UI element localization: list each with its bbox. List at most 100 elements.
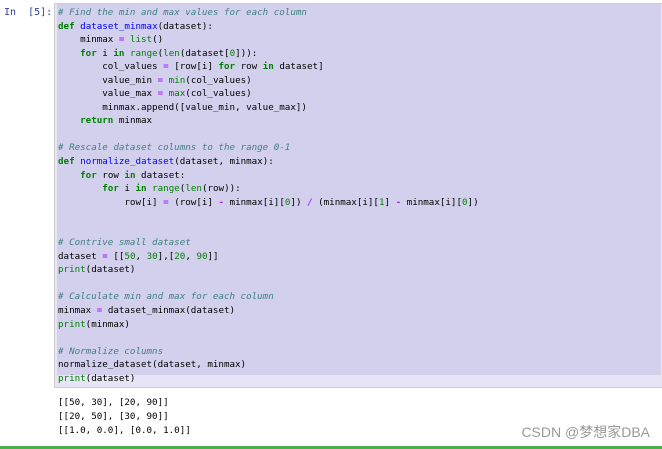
code-line: dataset = [[50, 30],[20, 90]]	[58, 250, 479, 264]
watermark: CSDN @梦想家DBA	[521, 424, 650, 440]
code-token: (dataset[	[179, 47, 230, 59]
code-token: minmax	[113, 115, 153, 127]
output-line: [[1.0, 0.0], [0.0, 1.0]]	[58, 425, 191, 436]
code-token: i	[96, 47, 114, 59]
code-token: print	[58, 264, 86, 276]
code-token: (row[i]	[168, 196, 219, 208]
notebook-page: In [5]: # Find the min and max values fo…	[0, 0, 662, 449]
code-token: list	[129, 34, 153, 46]
code-line: value_max = max(col_values)	[58, 87, 479, 101]
code-token: (col_values)	[185, 88, 252, 100]
code-token: # Find the min and max values for each c…	[58, 7, 307, 18]
code-token: for	[218, 61, 236, 73]
code-token: col_values	[58, 61, 164, 73]
code-token: in	[113, 47, 125, 59]
cell-output: [[50, 30], [20, 90]] [[20, 50], [30, 90]]…	[58, 396, 191, 438]
code-token: dataset_minmax	[80, 20, 158, 32]
code-token: in	[135, 183, 147, 195]
code-token: (minmax[i][	[312, 196, 379, 208]
code-token: ()	[152, 34, 164, 46]
code-token: ,	[135, 250, 147, 262]
code-token: for	[102, 183, 119, 195]
code-line: print(dataset)	[58, 372, 479, 386]
code-token: for	[80, 169, 97, 181]
code-token: value_min	[58, 74, 158, 86]
code-token: dataset_minmax(dataset)	[102, 305, 236, 317]
code-token: minmax[i][	[224, 196, 285, 208]
code-token: 90	[196, 250, 208, 262]
code-token: (minmax)	[85, 318, 130, 330]
code-token: 30	[146, 250, 158, 262]
code-token: minmax[i][	[401, 196, 462, 208]
code-token: min	[168, 74, 186, 86]
code-line: row[i] = (row[i] - minmax[i][0]) / (minm…	[58, 196, 479, 210]
code-token: ]	[384, 196, 396, 208]
output-line: [[50, 30], [20, 90]]	[58, 397, 169, 408]
code-line: def normalize_dataset(dataset, minmax):	[58, 155, 479, 169]
code-token: def	[58, 20, 75, 32]
code-token: dataset:	[135, 169, 186, 181]
code-token: 20	[174, 250, 186, 262]
code-token: minmax	[58, 305, 97, 317]
code-line: # Normalize columns	[58, 345, 479, 359]
code-cell-editor[interactable]: # Find the min and max values for each c…	[54, 3, 662, 388]
code-token: def	[58, 156, 75, 168]
code-line: # Contrive small dataset	[58, 236, 479, 250]
code-line: def dataset_minmax(dataset):	[58, 20, 479, 34]
code-token: normalize_dataset	[80, 156, 175, 168]
code-token: len	[185, 183, 202, 195]
code-token: ,	[185, 250, 197, 262]
code-token: minmax.append([value_min, value_max])	[58, 101, 307, 113]
code-token: dataset	[58, 250, 103, 262]
code-line: for i in range(len(row)):	[58, 182, 479, 196]
code-line: minmax = dataset_minmax(dataset)	[58, 304, 479, 318]
code-token: max	[168, 88, 186, 100]
code-line: print(dataset)	[58, 263, 479, 277]
code-token: ])	[290, 196, 308, 208]
code-token: value_max	[58, 88, 158, 100]
output-line: [[20, 50], [30, 90]]	[58, 411, 169, 422]
code-line: value_min = min(col_values)	[58, 74, 479, 88]
code-token: [row[i]	[168, 61, 219, 73]
input-prompt: In [5]:	[4, 7, 53, 18]
code-token: row[i]	[58, 196, 164, 208]
code-token: range	[152, 183, 180, 195]
code-token: for	[80, 47, 97, 59]
code-token: (dataset):	[157, 20, 213, 32]
code-token: return	[80, 115, 114, 127]
code-token: (dataset)	[85, 264, 136, 276]
code-token: range	[129, 47, 158, 59]
code-line: # Calculate min and max for each column	[58, 290, 479, 304]
code-token: print	[58, 318, 86, 330]
code-token: print	[58, 372, 86, 384]
code-line: normalize_dataset(dataset, minmax)	[58, 358, 479, 372]
code-token: (dataset, minmax):	[174, 156, 274, 168]
code-token: ]]	[207, 250, 219, 262]
code-line: for i in range(len(dataset[0])):	[58, 47, 479, 61]
code-token: len	[163, 47, 180, 59]
code-line: col_values = [row[i] for row in dataset]	[58, 60, 479, 74]
code-token: in	[262, 61, 274, 73]
code-token: (row)):	[201, 183, 241, 195]
code-line: # Find the min and max values for each c…	[58, 6, 479, 20]
code-token: ])):	[235, 47, 258, 59]
code-token: dataset]	[273, 61, 324, 73]
code-line: minmax = list()	[58, 33, 479, 47]
code-token: in	[124, 169, 136, 181]
code-text[interactable]: # Find the min and max values for each c…	[58, 6, 479, 385]
code-token: ],[	[157, 250, 175, 262]
code-token: row	[96, 169, 125, 181]
code-token: (dataset)	[85, 372, 136, 384]
code-token: ])	[467, 196, 479, 208]
code-token: # Contrive small dataset	[58, 237, 191, 249]
code-token: i	[118, 183, 136, 195]
